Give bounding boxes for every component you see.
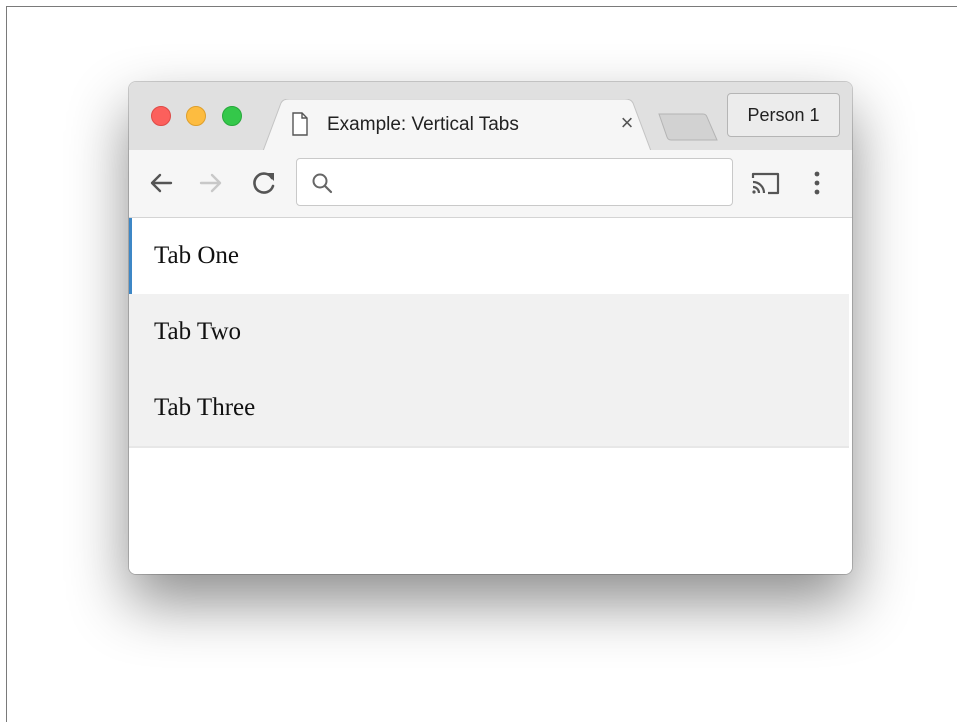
- document-icon: [291, 112, 309, 141]
- tab-close-button[interactable]: ×: [615, 111, 639, 135]
- forward-arrow-icon[interactable]: [197, 169, 225, 197]
- browser-window: Example: Vertical Tabs × Person 1 Tab On…: [129, 82, 852, 574]
- browser-tab-active[interactable]: Example: Vertical Tabs ×: [263, 99, 651, 151]
- screenshot-frame: Example: Vertical Tabs × Person 1 Tab On…: [6, 6, 957, 722]
- address-bar[interactable]: [296, 158, 733, 206]
- browser-toolbar: [129, 150, 852, 218]
- new-tab-icon[interactable]: [657, 112, 719, 142]
- vertical-tab-three[interactable]: Tab Three: [129, 370, 849, 446]
- tab-list-divider: [129, 446, 849, 448]
- tab-strip: Example: Vertical Tabs × Person 1: [129, 82, 852, 151]
- cast-icon[interactable]: [749, 169, 783, 197]
- window-close-button[interactable]: [151, 106, 171, 126]
- profile-button[interactable]: Person 1: [727, 93, 840, 137]
- back-arrow-icon[interactable]: [147, 169, 175, 197]
- reload-icon[interactable]: [250, 169, 278, 197]
- window-minimize-button[interactable]: [186, 106, 206, 126]
- page-content: Tab One Tab Two Tab Three: [129, 218, 852, 574]
- search-icon: [312, 173, 333, 194]
- vertical-tab-two[interactable]: Tab Two: [129, 294, 849, 370]
- tab-title: Example: Vertical Tabs: [327, 114, 519, 135]
- vertical-tab-list: Tab One Tab Two Tab Three: [129, 218, 849, 448]
- more-vertical-icon[interactable]: [809, 169, 825, 197]
- vertical-tab-one[interactable]: Tab One: [129, 218, 849, 294]
- window-maximize-button[interactable]: [222, 106, 242, 126]
- address-input[interactable]: [341, 167, 725, 199]
